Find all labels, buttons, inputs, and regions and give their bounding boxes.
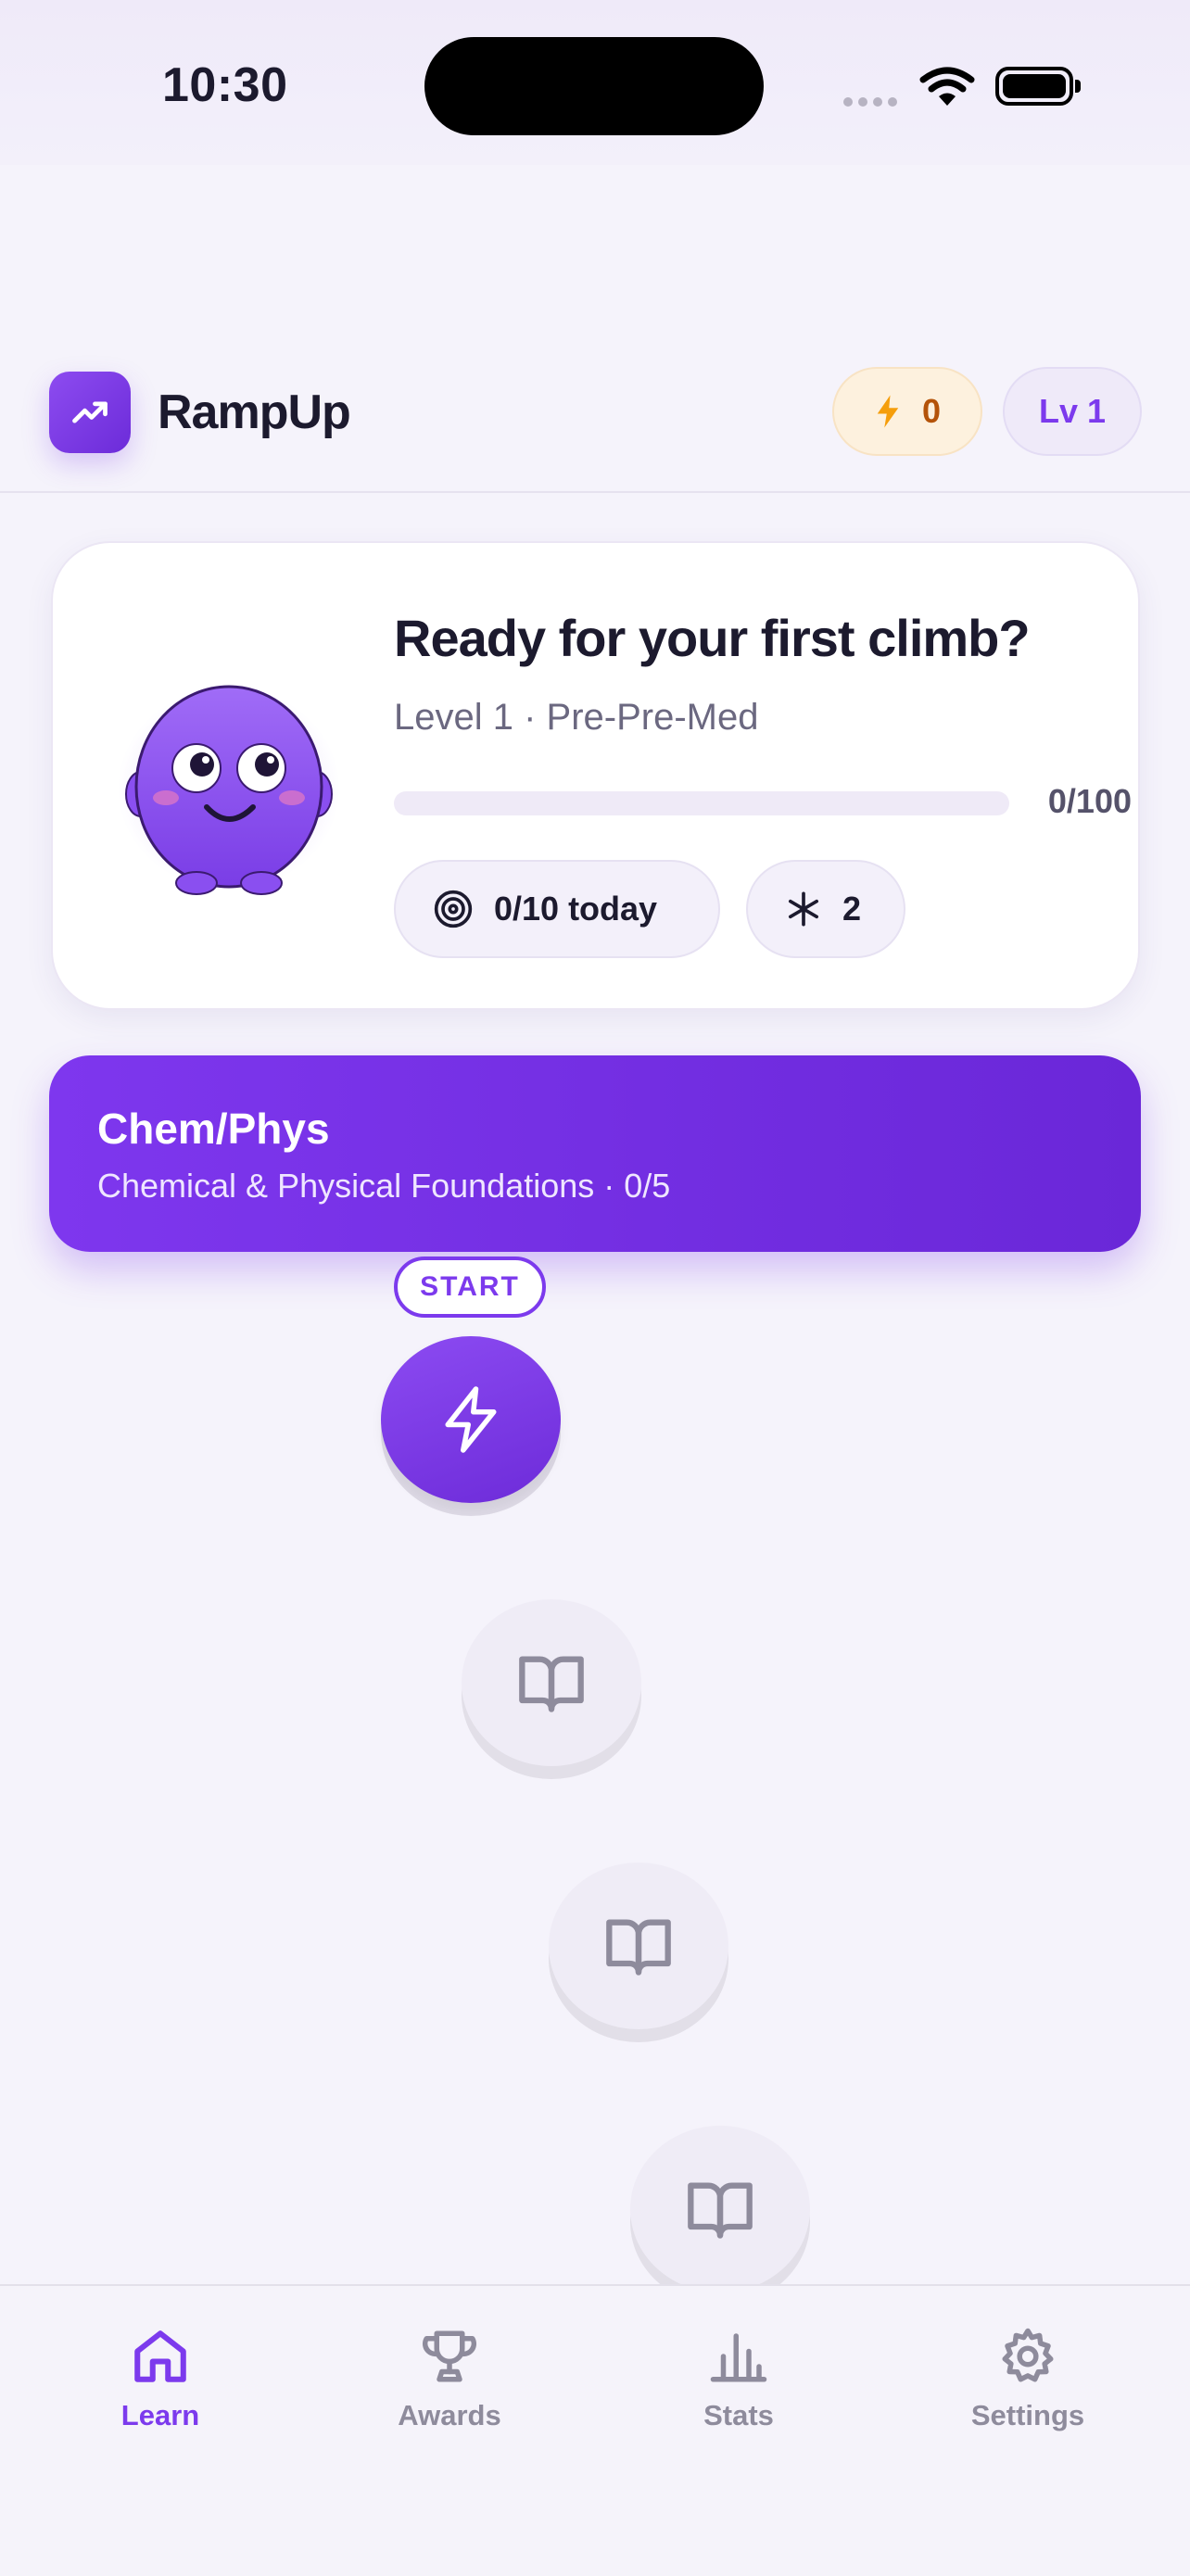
streak-chip[interactable]: 2 xyxy=(746,860,905,958)
tab-stats[interactable]: Stats xyxy=(646,2319,831,2432)
tab-awards[interactable]: Awards xyxy=(357,2319,542,2432)
xp-progress-label: 0/100 xyxy=(1047,782,1132,820)
unit-subtitle: Chemical & Physical Foundations · 0/5 xyxy=(97,1167,671,1205)
status-bar: 10:30 xyxy=(0,0,1190,165)
app-header: RampUp 0 Lv 1 xyxy=(0,343,1190,493)
lesson-node-4[interactable] xyxy=(630,2126,810,2305)
tab-settings-label: Settings xyxy=(970,2399,1085,2431)
start-label: START xyxy=(394,1256,546,1318)
unit-title: Chem/Phys xyxy=(97,1105,330,1153)
xp-badge[interactable]: 0 xyxy=(832,367,982,456)
trending-up-icon xyxy=(72,401,108,423)
lightning-icon xyxy=(877,395,899,428)
app-logo xyxy=(49,372,131,453)
card-title: Ready for your first climb? xyxy=(394,609,1031,667)
book-icon xyxy=(606,1919,671,1976)
daily-goal-label: 0/10 today xyxy=(494,890,658,928)
progress-card: Ready for your first climb? Level 1 · Pr… xyxy=(51,541,1140,1010)
asterisk-icon xyxy=(789,891,818,927)
level-badge[interactable]: Lv 1 xyxy=(1003,367,1142,456)
tab-bar: Learn Awards Stats Settings xyxy=(0,2284,1190,2576)
daily-goal-chip[interactable]: 0/10 today xyxy=(394,860,720,958)
xp-value: 0 xyxy=(921,392,942,430)
lightning-icon xyxy=(445,1386,497,1453)
lesson-node-1[interactable] xyxy=(381,1336,561,1516)
wifi-icon xyxy=(919,67,975,112)
tab-awards-label: Awards xyxy=(398,2399,501,2431)
tab-settings[interactable]: Settings xyxy=(935,2319,1120,2432)
tab-learn[interactable]: Learn xyxy=(68,2319,253,2432)
card-subtitle: Level 1 · Pre-Pre-Med xyxy=(394,697,759,738)
book-icon xyxy=(688,2182,753,2239)
cellular-signal-icon xyxy=(843,95,903,111)
home-icon xyxy=(134,2330,186,2382)
unit-banner[interactable]: Chem/Phys Chemical & Physical Foundation… xyxy=(49,1055,1141,1252)
bar-chart-icon xyxy=(710,2333,767,2382)
trophy-icon xyxy=(422,2330,477,2382)
tab-stats-label: Stats xyxy=(703,2399,774,2431)
book-icon xyxy=(519,1656,584,1712)
mascot-illustration xyxy=(118,668,340,904)
battery-icon xyxy=(995,67,1081,106)
dynamic-island xyxy=(424,37,764,135)
streak-value: 2 xyxy=(842,890,862,928)
xp-progress-bar xyxy=(394,791,1009,815)
app-title: RampUp xyxy=(158,385,351,439)
lesson-node-3[interactable] xyxy=(549,1863,728,2042)
gear-icon xyxy=(1002,2328,1054,2382)
lesson-node-2[interactable] xyxy=(462,1599,641,1779)
target-icon xyxy=(434,890,473,928)
tab-learn-label: Learn xyxy=(120,2399,200,2431)
status-time: 10:30 xyxy=(162,58,288,112)
